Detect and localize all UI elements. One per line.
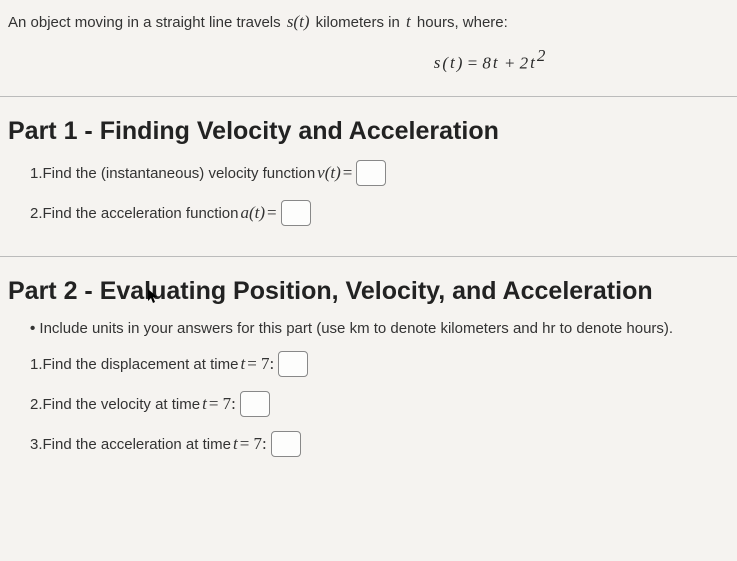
p2q2-num: 2. [30,396,43,413]
intro-tvar: t [404,12,413,31]
part2-q2: 2. Find the velocity at time t = 7: [30,391,729,417]
p2q2-tvar: t [200,394,209,414]
p2q3-text: Find the acceleration at time [43,436,231,453]
p2q3-num: 3. [30,436,43,453]
part1-section: Part 1 - Finding Velocity and Accelerati… [0,97,737,257]
p2q2-text: Find the velocity at time [43,396,201,413]
acceleration-value-input[interactable] [271,431,301,457]
q2-text: Find the acceleration function [43,205,239,222]
intro-suffix: hours, where: [413,14,508,31]
intro-prefix: An object moving in a straight line trav… [8,14,285,31]
part2-note: Include units in your answers for this p… [30,320,729,337]
p2q2-eq: = 7: [209,394,236,414]
q2-func: a(t) [238,203,267,223]
p2q1-eq: = 7: [247,354,274,374]
q1-func: v(t) [315,163,343,183]
p2q3-tvar: t [231,434,240,454]
acceleration-function-input[interactable] [281,200,311,226]
part2-q3: 3. Find the acceleration at time t = 7: [30,431,729,457]
intro-func: s(t) [285,12,312,31]
p2q3-eq: = 7: [240,434,267,454]
p2q1-tvar: t [238,354,247,374]
intro-mid: kilometers in [311,14,404,31]
p2q1-num: 1. [30,356,43,373]
q2-eq: = [267,203,277,223]
q2-num: 2. [30,205,43,222]
p2q1-text: Find the displacement at time [43,356,239,373]
displacement-input[interactable] [278,351,308,377]
position-equation: s(t) = 8t + 2t2 [8,46,729,74]
part1-q1: 1. Find the (instantaneous) velocity fun… [30,160,729,186]
part1-heading: Part 1 - Finding Velocity and Accelerati… [8,117,729,146]
q1-eq: = [343,163,353,183]
part1-q2: 2. Find the acceleration function a(t) = [30,200,729,226]
velocity-value-input[interactable] [240,391,270,417]
part2-heading: Part 2 - Evaluating Position, Velocity, … [8,277,729,306]
velocity-function-input[interactable] [356,160,386,186]
q1-text: Find the (instantaneous) velocity functi… [43,165,316,182]
part2-q1: 1. Find the displacement at time t = 7: [30,351,729,377]
intro-section: An object moving in a straight line trav… [0,0,737,97]
q1-num: 1. [30,165,43,182]
part2-section: Part 2 - Evaluating Position, Velocity, … [0,257,737,487]
intro-text: An object moving in a straight line trav… [8,12,729,32]
